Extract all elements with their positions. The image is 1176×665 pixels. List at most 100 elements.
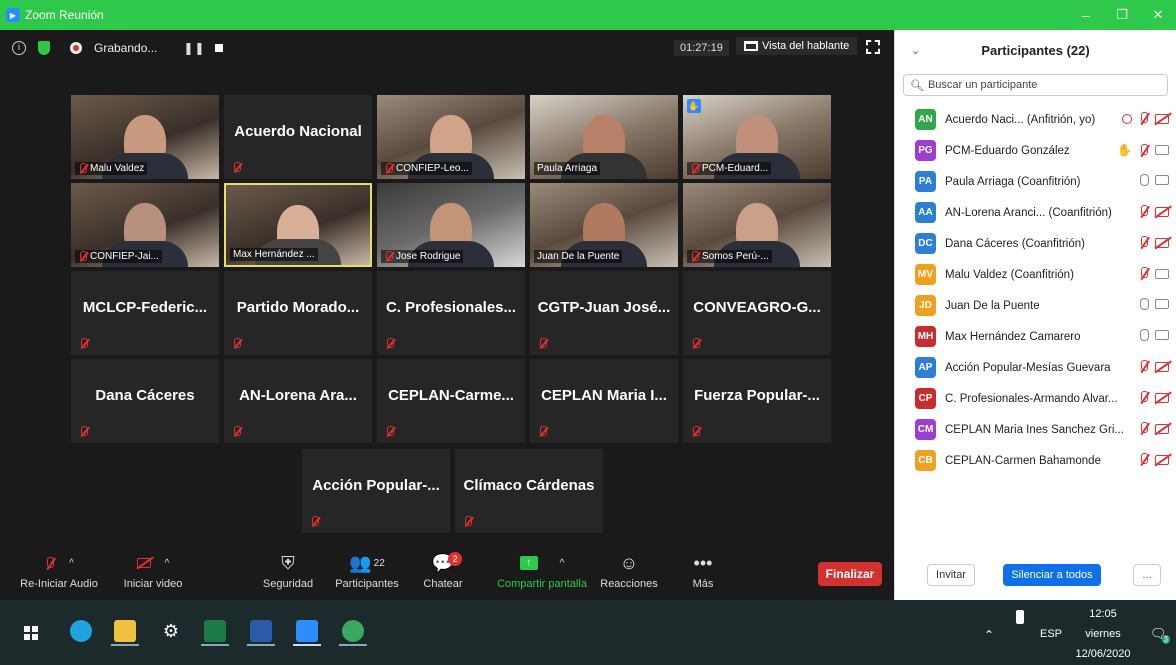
stop-recording-button[interactable] [215, 44, 224, 52]
avatar: AP [915, 357, 936, 378]
panel-more-button[interactable]: ... [1133, 564, 1161, 586]
video-tile[interactable]: CGTP-Juan José... [530, 271, 678, 355]
chevron-up-icon[interactable]: ^ [560, 558, 565, 569]
participant-row[interactable]: MH Max Hernández Camarero [895, 321, 1176, 352]
participant-row[interactable]: PA Paula Arriaga (Coanfitrión) [895, 166, 1176, 197]
clock-time[interactable]: 12:05 [1076, 608, 1130, 620]
video-tile[interactable]: Fuerza Popular-... [683, 359, 831, 443]
participant-row[interactable]: PG PCM-Eduardo González ✋ [895, 135, 1176, 166]
chevron-up-icon[interactable]: ^ [165, 558, 170, 569]
participant-row[interactable]: DC Dana Cáceres (Coanfitrión) [895, 228, 1176, 259]
muted-mic-icon[interactable] [1138, 391, 1149, 404]
participant-row[interactable]: AA AN-Lorena Aranci... (Coanfitrión) [895, 197, 1176, 228]
share-screen-button[interactable]: ↑ ^ Compartir pantalla [492, 550, 592, 590]
mute-all-button[interactable]: Silenciar a todos [1003, 564, 1101, 586]
mic-icon[interactable] [1140, 329, 1149, 341]
tile-name: Fuerza Popular-... [694, 387, 820, 404]
invite-button[interactable]: Invitar [927, 564, 975, 586]
minimize-button[interactable]: – [1068, 8, 1104, 23]
participant-row[interactable]: AN Acuerdo Naci... (Anfitrión, yo) [895, 104, 1176, 135]
panel-footer: Invitar Silenciar a todos ... [895, 558, 1176, 594]
muted-mic-icon[interactable] [1138, 112, 1149, 125]
video-tile[interactable]: Partido Morado... [224, 271, 372, 355]
file-explorer-icon[interactable] [114, 620, 136, 642]
info-icon[interactable]: i [12, 41, 26, 55]
video-tile[interactable]: MCLCP-Federic... [71, 271, 219, 355]
participant-row[interactable]: CM CEPLAN Maria Ines Sanchez Gri... [895, 414, 1176, 445]
participant-name: Acción Popular-Mesías Guevara [945, 361, 1111, 374]
start-button[interactable] [24, 626, 38, 640]
view-button[interactable]: Vista del hablante [736, 37, 858, 55]
mic-icon[interactable] [1140, 174, 1149, 186]
mic-icon[interactable] [1140, 298, 1149, 310]
video-tile[interactable]: Somos Perú-... [683, 183, 831, 267]
security-label: Seguridad [262, 578, 314, 590]
video-tile[interactable]: ✋ PCM-Eduard... [683, 95, 831, 179]
video-tile[interactable]: CONFIEP-Jai... [71, 183, 219, 267]
muted-mic-icon [384, 251, 393, 262]
usb-device-icon[interactable] [1016, 610, 1024, 624]
pause-recording-button[interactable]: ❚❚ [183, 41, 205, 55]
video-tile[interactable]: Malu Valdez [71, 95, 219, 179]
zoom-icon[interactable] [296, 620, 318, 642]
participant-row[interactable]: MV Malu Valdez (Coanfitrión) [895, 259, 1176, 290]
excel-icon[interactable] [204, 620, 226, 642]
participant-row[interactable]: CB CEPLAN-Carmen Bahamonde [895, 445, 1176, 476]
notifications-icon[interactable]: 🗨3 [1150, 626, 1175, 644]
security-button[interactable]: ⛨ Seguridad [243, 550, 333, 591]
more-label: Más [692, 578, 714, 590]
muted-mic-icon[interactable] [1138, 236, 1149, 249]
clock-date: 12/06/2020 [1075, 648, 1131, 660]
tray-chevron-icon[interactable]: ⌃ [984, 628, 994, 642]
chat-button[interactable]: 💬 2 Chatear [398, 550, 488, 590]
shield-icon[interactable] [38, 41, 50, 55]
collapse-chevron-icon[interactable]: ⌄ [911, 44, 920, 57]
fullscreen-icon[interactable] [866, 40, 880, 54]
chrome-icon[interactable] [342, 620, 364, 642]
participant-row[interactable]: AP Acción Popular-Mesías Guevara [895, 352, 1176, 383]
video-tile[interactable]: Acuerdo Nacional [224, 95, 372, 179]
end-meeting-button[interactable]: Finalizar [818, 562, 882, 586]
muted-mic-icon[interactable] [1138, 267, 1149, 280]
edge-icon[interactable] [70, 620, 92, 642]
participant-search-input[interactable]: 🔍︎ Buscar un participante [903, 74, 1168, 96]
video-tile[interactable]: AN-Lorena Ara... [224, 359, 372, 443]
video-tile[interactable]: CONFIEP-Leo... [377, 95, 525, 179]
language-indicator[interactable]: ESP [1040, 628, 1062, 640]
video-icon [1155, 299, 1169, 309]
more-button[interactable]: ••• Más [658, 550, 748, 591]
video-tile[interactable]: CONVEAGRO-G... [683, 271, 831, 355]
video-tile[interactable]: Paula Arriaga [530, 95, 678, 179]
muted-mic-icon [385, 338, 394, 349]
video-tile[interactable]: Juan De la Puente [530, 183, 678, 267]
avatar: CM [915, 419, 936, 440]
video-off-icon [1155, 113, 1169, 124]
muted-mic-icon[interactable] [1138, 453, 1149, 466]
video-tile-active-speaker[interactable]: Max Hernández ... [224, 183, 372, 267]
video-tile[interactable]: Dana Cáceres [71, 359, 219, 443]
settings-gear-icon[interactable]: ⚙ [160, 620, 182, 642]
maximize-button[interactable]: ❐ [1104, 7, 1140, 23]
video-tile[interactable]: C. Profesionales... [377, 271, 525, 355]
video-tile[interactable]: Acción Popular-... [302, 449, 450, 533]
video-tile[interactable]: CEPLAN-Carme... [377, 359, 525, 443]
chevron-up-icon[interactable]: ^ [69, 558, 74, 569]
muted-mic-icon[interactable] [1138, 205, 1149, 218]
close-button[interactable]: ✕ [1140, 7, 1176, 23]
muted-mic-icon [691, 426, 700, 437]
muted-mic-icon[interactable] [1138, 360, 1149, 373]
video-tile[interactable]: CEPLAN Maria I... [530, 359, 678, 443]
muted-mic-icon[interactable] [1138, 143, 1149, 157]
video-tile[interactable]: Jose Rodrigue [377, 183, 525, 267]
muted-mic-icon [79, 338, 88, 349]
video-button[interactable]: ^ Iniciar video [108, 550, 198, 591]
share-screen-icon: ↑ [519, 556, 538, 570]
muted-mic-icon [232, 162, 241, 173]
muted-mic-icon[interactable] [1138, 422, 1149, 435]
audio-button[interactable]: ^ Re-Iniciar Audio [14, 550, 104, 590]
participant-row[interactable]: JD Juan De la Puente [895, 290, 1176, 321]
word-icon[interactable] [250, 620, 272, 642]
participant-row[interactable]: CP C. Profesionales-Armando Alvar... [895, 383, 1176, 414]
video-tile[interactable]: Clímaco Cárdenas [455, 449, 603, 533]
title-bar: ▶ Zoom Reunión – ❐ ✕ [0, 0, 1176, 30]
